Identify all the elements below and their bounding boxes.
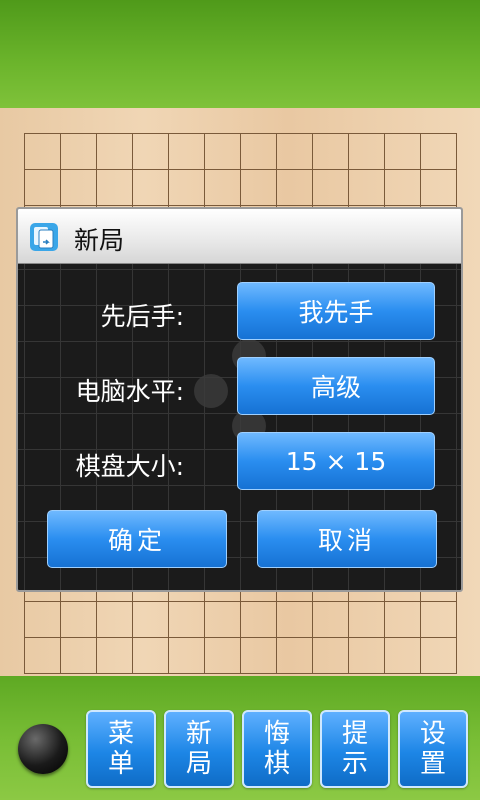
new-game-button-label: 新局 — [185, 719, 212, 779]
black-stone-icon — [18, 724, 68, 774]
board-size-label: 棋盘大小: — [75, 452, 184, 481]
hint-button[interactable]: 提示 — [320, 710, 390, 788]
menu-button[interactable]: 菜单 — [86, 710, 156, 788]
undo-button-label: 悔棋 — [263, 719, 290, 779]
menu-button-label: 菜单 — [107, 719, 134, 779]
new-game-icon — [30, 223, 58, 251]
new-game-button[interactable]: 新局 — [164, 710, 234, 788]
top-bar — [0, 0, 480, 108]
undo-button[interactable]: 悔棋 — [242, 710, 312, 788]
new-game-dialog: 新局 先后手: 我先手 电脑水平: 高级 棋盘大小: 15 × 15 确定 取消 — [16, 207, 463, 592]
settings-button-label: 设置 — [419, 719, 446, 779]
ai-level-label: 电脑水平: — [75, 377, 184, 406]
dialog-title: 新局 — [74, 226, 125, 255]
ai-level-button[interactable]: 高级 — [237, 357, 435, 415]
cancel-button[interactable]: 取消 — [257, 510, 437, 568]
hint-button-label: 提示 — [341, 719, 368, 779]
settings-button[interactable]: 设置 — [398, 710, 468, 788]
confirm-button[interactable]: 确定 — [47, 510, 227, 568]
board-size-button[interactable]: 15 × 15 — [237, 432, 435, 490]
background-stone — [194, 374, 228, 408]
first-move-button[interactable]: 我先手 — [237, 282, 435, 340]
dialog-header: 新局 — [18, 209, 461, 264]
first-move-label: 先后手: — [100, 302, 184, 331]
